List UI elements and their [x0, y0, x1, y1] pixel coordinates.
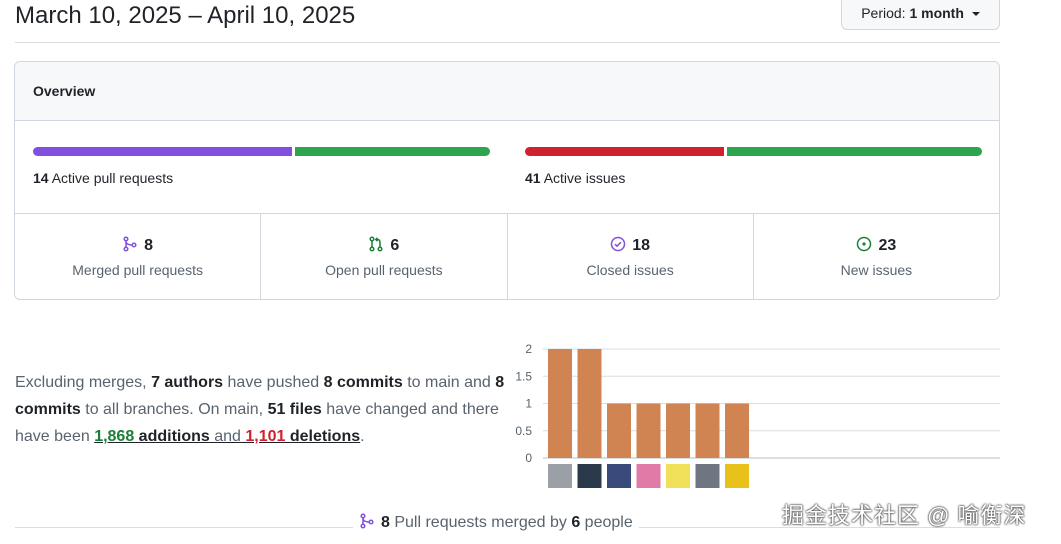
stat-label: Merged pull requests	[72, 262, 203, 278]
commit-summary: Excluding merges, 7 authors have pushed …	[15, 374, 505, 445]
period-value: 1 month	[909, 5, 964, 21]
commits-by-author-chart: 0 0.5 1 1.5 2	[515, 342, 1000, 488]
avatar-author-5[interactable]	[666, 464, 690, 488]
active-pull-requests-link[interactable]: 14 Active pull requests	[33, 170, 173, 186]
avatar-author-6[interactable]	[695, 464, 720, 488]
active-issues-link[interactable]: 41 Active issues	[525, 170, 625, 186]
avatar-author-2[interactable]	[577, 464, 602, 488]
people-count: 6	[571, 514, 581, 531]
watermark-text: 掘金技术社区 @ 喻衡深	[782, 503, 1027, 528]
bar-author-6[interactable]	[695, 403, 720, 459]
y-tick-label: 1.5	[515, 369, 532, 383]
divider	[15, 42, 1000, 43]
diff-stats-link[interactable]: 1,868 additions and 1,101 deletions	[94, 428, 360, 445]
stats-row: 8 Merged pull requests 6 Open pull reque…	[15, 213, 999, 299]
active-pr-count: 14	[33, 170, 49, 186]
bar-author-4[interactable]	[636, 403, 661, 459]
avatar-author-1[interactable]	[548, 464, 572, 488]
bar-author-7[interactable]	[725, 403, 749, 459]
overview-title: Overview	[15, 62, 999, 121]
open-pr-segment	[295, 147, 490, 156]
pull-requests-progress-bar[interactable]	[33, 147, 490, 156]
stat-label: Open pull requests	[325, 262, 443, 278]
bar-author-1[interactable]	[548, 349, 572, 458]
caret-down-icon	[971, 12, 980, 17]
active-issues-count: 41	[525, 170, 541, 186]
stat-closed-issues[interactable]: 18 Closed issues	[508, 214, 754, 299]
y-tick-label: 2	[525, 342, 532, 356]
stat-label: Closed issues	[586, 262, 674, 278]
stat-merged-pull-requests[interactable]: 8 Merged pull requests	[15, 214, 262, 299]
additions-count: 1,868	[94, 428, 135, 445]
git-pull-request-icon	[368, 236, 390, 254]
overview-panel: Overview 14 Active pull requests 41 Acti…	[14, 61, 1000, 300]
bar-author-2[interactable]	[577, 349, 602, 458]
stat-count: 18	[632, 237, 651, 254]
stat-label: New issues	[840, 262, 913, 278]
git-merge-icon	[359, 513, 381, 531]
issue-opened-icon	[856, 236, 878, 254]
avatar-author-7[interactable]	[725, 464, 749, 488]
avatar-author-3[interactable]	[607, 464, 631, 488]
stat-count: 6	[390, 237, 400, 254]
merged-prs-caption: 8 Pull requests merged by 6 people	[353, 512, 639, 534]
files-changed-count: 51 files	[267, 401, 322, 418]
active-issues-label: Active issues	[543, 170, 626, 186]
stat-open-pull-requests[interactable]: 6 Open pull requests	[261, 214, 508, 299]
period-dropdown-button[interactable]: Period: 1 month	[841, 0, 1000, 30]
additions-label: additions	[134, 428, 210, 445]
closed-issues-segment	[525, 147, 724, 156]
y-tick-label: 0.5	[515, 424, 532, 438]
deletions-count: 1,101	[245, 428, 286, 445]
merged-pr-count: 8	[381, 514, 390, 531]
y-tick-label: 1	[525, 397, 532, 411]
period-label: Period:	[861, 5, 906, 21]
avatar-author-4[interactable]	[636, 464, 661, 488]
issue-closed-icon	[610, 236, 632, 254]
date-range-title: March 10, 2025 – April 10, 2025	[15, 2, 356, 29]
git-merge-icon	[122, 236, 144, 254]
stat-count: 23	[878, 237, 897, 254]
stat-count: 8	[144, 237, 154, 254]
new-issues-segment	[727, 147, 982, 156]
bar-author-5[interactable]	[666, 403, 690, 459]
stat-new-issues[interactable]: 23 New issues	[754, 214, 999, 299]
commits-main-count: 8 commits	[323, 374, 403, 391]
active-pr-label: Active pull requests	[51, 170, 174, 186]
deletions-label: deletions	[285, 428, 361, 445]
y-tick-label: 0	[525, 451, 532, 465]
merged-pr-segment	[33, 147, 292, 156]
authors-count: 7 authors	[151, 374, 224, 391]
issues-progress-bar[interactable]	[525, 147, 982, 156]
bar-author-3[interactable]	[607, 403, 631, 459]
